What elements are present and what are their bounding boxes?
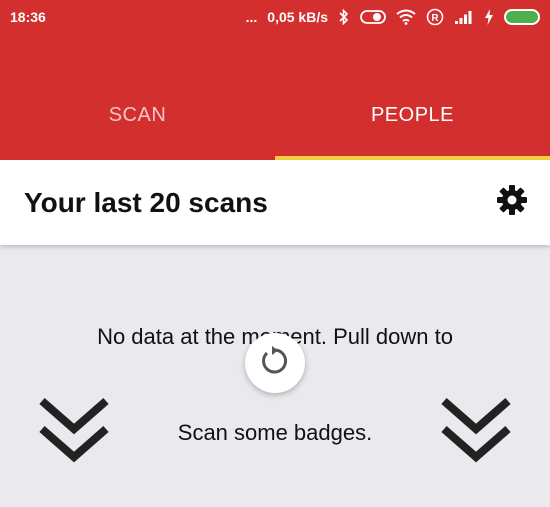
battery-icon: [504, 9, 540, 25]
tab-scan-label: SCAN: [108, 103, 167, 126]
double-chevron-down-icon: [440, 395, 512, 472]
roaming-letter: R: [431, 13, 439, 24]
wifi-icon: [396, 9, 416, 25]
more-dots: ...: [245, 9, 258, 25]
status-bar: 18:36 ... 0,05 kB/s R: [0, 0, 550, 34]
tab-people-label: PEOPLE: [370, 103, 455, 126]
refresh-icon: [258, 344, 292, 383]
tab-bar: SCAN PEOPLE: [0, 70, 550, 160]
page-title: Your last 20 scans: [24, 186, 268, 218]
status-time: 18:36: [10, 9, 46, 25]
tab-people[interactable]: PEOPLE: [275, 70, 550, 160]
scans-header: Your last 20 scans: [0, 160, 550, 245]
app-bar: SCAN PEOPLE: [0, 34, 550, 160]
signal-icon: [454, 9, 474, 25]
charging-icon: [484, 9, 494, 25]
app-root: 18:36 ... 0,05 kB/s R SCAN PEOPLE Your l…: [0, 0, 550, 507]
tab-scan[interactable]: SCAN: [0, 70, 275, 160]
roaming-icon: R: [426, 8, 444, 26]
status-icons: ... 0,05 kB/s R: [246, 8, 540, 26]
pull-refresh-spinner[interactable]: [245, 333, 305, 393]
gear-icon: [496, 184, 528, 221]
bluetooth-icon: [338, 8, 350, 26]
settings-button[interactable]: [492, 183, 532, 223]
toggle-icon: [360, 9, 386, 25]
network-speed: 0,05 kB/s: [267, 9, 328, 25]
